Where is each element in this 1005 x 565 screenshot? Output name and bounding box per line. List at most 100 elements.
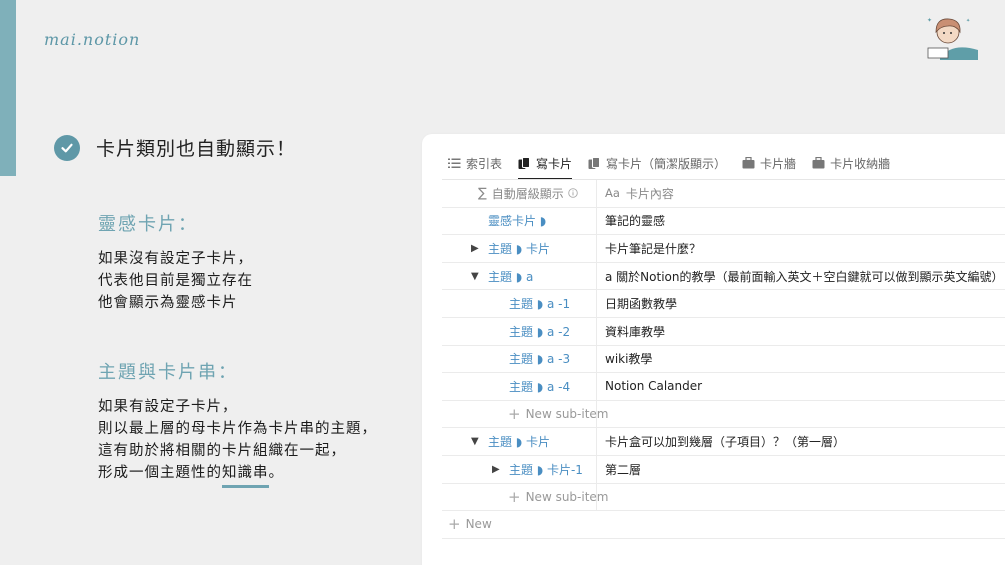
tab-write-card-simple[interactable]: 寫卡片（簡潔版顯示）	[588, 148, 726, 178]
column-header-content[interactable]: Aa 卡片內容	[605, 180, 674, 207]
notion-database-panel: 索引表 寫卡片 寫卡片（簡潔版顯示） 卡片牆 卡片收納牆 ∑ 自動層級顯示 Aa…	[422, 134, 1005, 565]
body-text: 形成一個主題性的	[98, 465, 222, 481]
text-property-icon: Aa	[605, 186, 620, 201]
table-row[interactable]: ▼ 主題 ◗ a a 關於Notion的教學（最前面輸入英文＋空白鍵就可以做到顯…	[442, 262, 1005, 291]
tab-label: 卡片收納牆	[830, 156, 891, 171]
header-cell: ∑ 自動層級顯示	[478, 180, 578, 207]
column-header-label: 自動層級顯示	[491, 186, 564, 201]
collapse-toggle-icon[interactable]: ▼	[471, 263, 479, 290]
new-sub-item-label: + New sub-item	[508, 484, 608, 511]
content-cell[interactable]: 卡片盒可以加到幾層（子項目）？（第一層）	[605, 428, 845, 455]
card-type-label: 主題 ◗ a	[488, 269, 534, 284]
body-line: 他會顯示為靈感卡片	[98, 295, 238, 311]
body-line: 代表他目前是獨立存在	[98, 273, 253, 289]
inspiration-body: 如果沒有設定子卡片， 代表他目前是獨立存在 他會顯示為靈感卡片	[98, 248, 253, 314]
content-cell[interactable]: 資料庫教學	[605, 318, 665, 345]
plus-icon: +	[448, 515, 461, 534]
card-type-label: 主題 ◗ a -1	[509, 297, 571, 312]
level-cell: ▶ 主題 ◗ 卡片-1	[442, 455, 597, 483]
box-icon	[812, 157, 825, 169]
content-cell[interactable]: Notion Calander	[605, 373, 702, 400]
body-line: 如果沒有設定子卡片，	[98, 251, 253, 267]
tab-label: 寫卡片（簡潔版顯示）	[606, 156, 727, 171]
table-header: ∑ 自動層級顯示 Aa 卡片內容	[442, 180, 1005, 208]
level-cell: 主題 ◗ a -3	[442, 345, 597, 373]
info-icon	[568, 188, 578, 199]
level-cell: 靈感卡片 ◗	[442, 207, 597, 235]
plus-icon: +	[508, 487, 521, 506]
new-row-text: New	[465, 517, 492, 532]
table-row[interactable]: 靈感卡片 ◗ 筆記的靈感	[442, 207, 1005, 236]
expand-toggle-icon[interactable]: ▶	[492, 456, 500, 483]
tab-index[interactable]: 索引表	[448, 148, 502, 178]
view-tabs: 索引表 寫卡片 寫卡片（簡潔版顯示） 卡片牆 卡片收納牆	[448, 148, 906, 180]
column-header-label: 卡片內容	[625, 186, 674, 201]
accent-bar	[0, 0, 16, 176]
tab-label: 卡片牆	[760, 156, 797, 171]
level-cell: 主題 ◗ a -4	[442, 373, 597, 400]
svg-text:✦: ✦	[927, 17, 932, 24]
level-cell: 主題 ◗ a -1	[442, 290, 597, 317]
card-type-label: 主題 ◗ 卡片	[488, 435, 550, 450]
headline: 卡片類別也自動顯示！	[54, 134, 296, 161]
new-row-button[interactable]: + New	[442, 511, 1005, 539]
topic-body: 如果有設定子卡片， 則以最上層的母卡片作為卡片串的主題， 這有助於將相關的卡片組…	[98, 396, 377, 488]
inspiration-title: 靈感卡片：	[98, 214, 198, 235]
expand-toggle-icon[interactable]: ▶	[471, 235, 479, 262]
card-type-label: 主題 ◗ a -3	[509, 352, 571, 367]
table-row[interactable]: 主題 ◗ a -4 Notion Calander	[442, 373, 1005, 401]
tab-write-card[interactable]: 寫卡片	[518, 148, 573, 180]
body-line: 如果有設定子卡片，	[98, 399, 238, 415]
topic-title: 主題與卡片串：	[98, 362, 238, 383]
table-row[interactable]: ▼ 主題 ◗ 卡片 卡片盒可以加到幾層（子項目）？（第一層）	[442, 428, 1005, 456]
content-cell[interactable]: 日期函數教學	[605, 290, 677, 317]
new-row-label: + New	[448, 511, 492, 538]
collapse-toggle-icon[interactable]: ▼	[471, 428, 479, 455]
table-row[interactable]: ▶ 主題 ◗ 卡片-1 第二層	[442, 455, 1005, 484]
table-row[interactable]: ▶ 主題 ◗ 卡片 卡片筆記是什麼？	[442, 235, 1005, 263]
column-header-level[interactable]: ∑ 自動層級顯示	[442, 180, 597, 207]
headline-text: 卡片類別也自動顯示！	[96, 138, 297, 160]
new-sub-item-text: New sub-item	[525, 489, 609, 504]
highlight-knowledge-string: 知識串	[222, 462, 269, 488]
tab-label: 寫卡片	[536, 156, 573, 171]
avatar-illustration: ✦ ✦	[927, 17, 978, 60]
body-line: 形成一個主題性的知識串。	[98, 462, 377, 488]
new-sub-item-button[interactable]: + New sub-item	[442, 400, 1005, 429]
new-sub-item-button[interactable]: + New sub-item	[442, 483, 1005, 512]
level-cell: ▼ 主題 ◗ 卡片	[442, 428, 597, 455]
brand-logo: mai.notion	[44, 30, 141, 49]
list-icon	[448, 158, 461, 168]
tab-label: 索引表	[466, 156, 503, 171]
body-text: 。	[268, 465, 284, 481]
body-line: 則以最上層的母卡片作為卡片串的主題，	[98, 421, 377, 437]
body-line: 這有助於將相關的卡片組織在一起，	[98, 443, 346, 459]
level-cell: ▼ 主題 ◗ a	[442, 262, 597, 290]
tab-card-storage-wall[interactable]: 卡片收納牆	[812, 148, 890, 178]
table-row[interactable]: 主題 ◗ a -3 wiki教學	[442, 345, 1005, 374]
content-cell[interactable]: 卡片筆記是什麼？	[605, 235, 701, 262]
level-cell: 主題 ◗ a -2	[442, 317, 597, 345]
cards-icon	[588, 156, 601, 169]
check-circle-icon	[54, 134, 80, 161]
card-type-label: 主題 ◗ a -4	[509, 379, 571, 394]
new-sub-item-label: + New sub-item	[508, 401, 608, 428]
box-icon	[742, 157, 755, 169]
content-cell[interactable]: 筆記的靈感	[605, 208, 665, 235]
card-type-label: 主題 ◗ a -2	[509, 324, 571, 339]
table-row[interactable]: 主題 ◗ a -1 日期函數教學	[442, 290, 1005, 318]
card-type-label: 靈感卡片 ◗	[488, 214, 547, 229]
formula-icon: ∑	[478, 185, 487, 201]
table-row[interactable]: 主題 ◗ a -2 資料庫教學	[442, 317, 1005, 346]
content-cell[interactable]: a 關於Notion的教學（最前面輸入英文＋空白鍵就可以做到顯示英文編號）	[605, 263, 1003, 290]
card-type-label: 主題 ◗ 卡片	[488, 241, 550, 256]
content-cell[interactable]: 第二層	[605, 456, 641, 483]
cards-icon	[518, 156, 531, 169]
svg-text:✦: ✦	[966, 18, 970, 24]
level-cell: ▶ 主題 ◗ 卡片	[442, 235, 597, 262]
tab-card-wall[interactable]: 卡片牆	[742, 148, 796, 178]
new-sub-item-text: New sub-item	[525, 407, 609, 422]
database-table: ∑ 自動層級顯示 Aa 卡片內容 靈感卡片 ◗ 筆記的靈感 ▶ 主題 ◗ 卡片 …	[442, 179, 1005, 539]
content-cell[interactable]: wiki教學	[605, 346, 652, 373]
plus-icon: +	[508, 405, 521, 424]
